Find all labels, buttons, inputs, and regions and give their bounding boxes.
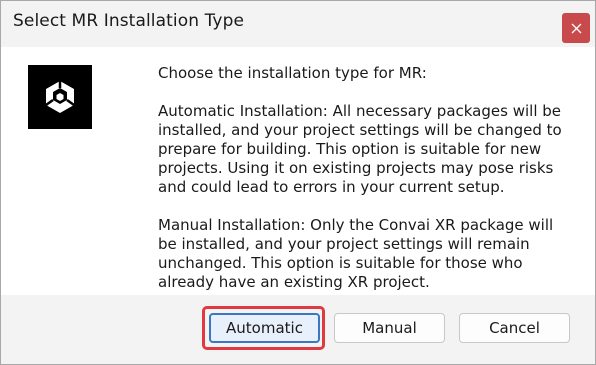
automatic-button[interactable]: Automatic [209,313,320,343]
message-manual: Manual Installation: Only the Convai XR … [158,216,554,291]
cancel-button[interactable]: Cancel [459,313,570,343]
dialog-content: Choose the installation type for MR: Aut… [1,47,595,295]
window-title: Select MR Installation Type [13,11,245,31]
message-intro: Choose the installation type for MR: [158,64,427,82]
title-bar: Select MR Installation Type [1,1,595,47]
manual-button[interactable]: Manual [334,313,445,343]
close-button[interactable] [562,13,590,43]
unity-logo-icon [28,65,92,129]
installation-type-dialog: Select MR Installation Type Choose the i… [0,0,596,365]
close-icon [571,23,581,33]
dialog-message: Choose the installation type for MR: Aut… [158,64,578,311]
button-bar: Automatic Manual Cancel [1,295,595,364]
message-automatic: Automatic Installation: All necessary pa… [158,102,562,196]
